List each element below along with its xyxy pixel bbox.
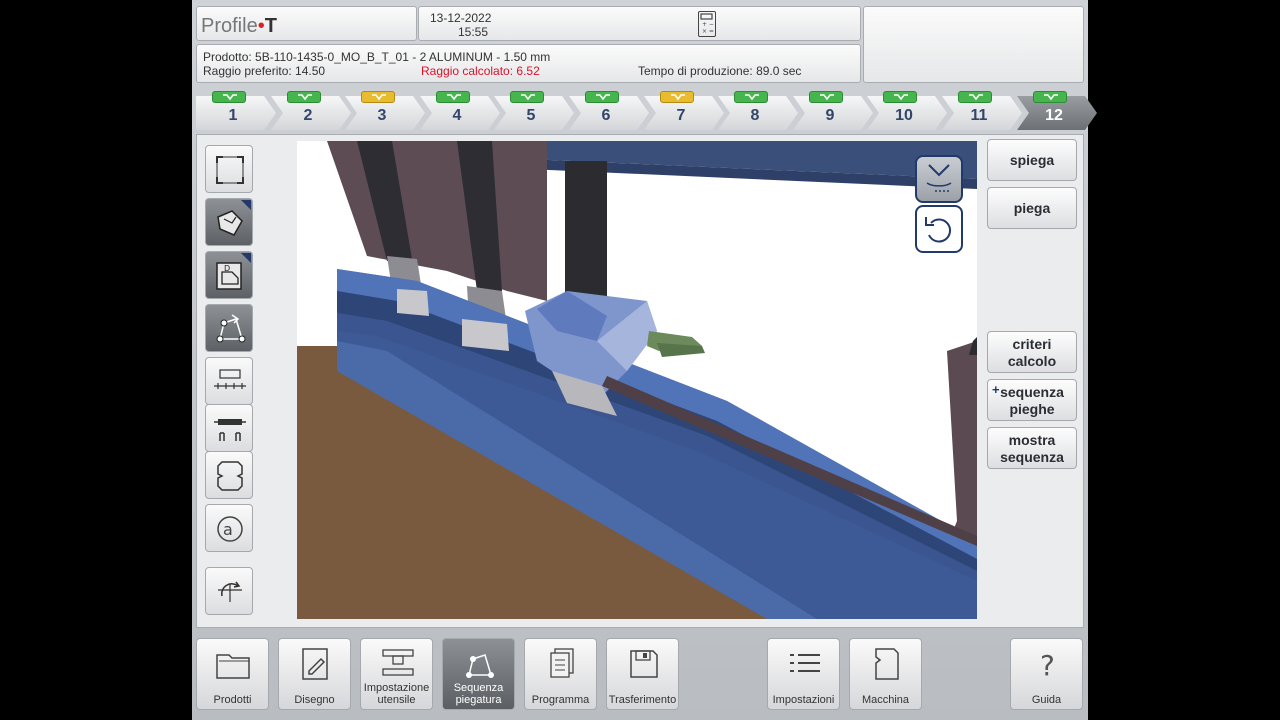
- submenu-marker: [241, 253, 251, 263]
- bend-step-number: 9: [825, 107, 835, 124]
- date-label: 13-12-2022: [430, 11, 492, 25]
- bend-status-icon: [436, 91, 470, 103]
- bend-step-number: 1: [228, 107, 238, 124]
- date-time-panel: 13-12-2022 15:55 + − × =: [418, 6, 861, 41]
- machine-button[interactable]: Macchina: [849, 638, 922, 710]
- production-time: Tempo di produzione: 89.0 sec: [638, 64, 802, 78]
- logo-panel: Profile•T: [196, 6, 417, 41]
- bend-status-icon: [809, 91, 843, 103]
- zoom-fit-button[interactable]: [205, 145, 253, 193]
- documents-icon: [550, 648, 574, 678]
- settings-button[interactable]: Impostazioni: [767, 638, 840, 710]
- bend-status-icon: [660, 91, 694, 103]
- flat-part-view-button[interactable]: [205, 198, 253, 246]
- help-button[interactable]: ? Guida: [1010, 638, 1083, 710]
- bend-status-icon: [734, 91, 768, 103]
- fold-button[interactable]: piega: [987, 187, 1077, 229]
- svg-text:D: D: [224, 264, 230, 273]
- bend-status-icon: [287, 91, 321, 103]
- preferred-radius: Raggio preferito: 14.50: [203, 64, 326, 78]
- annotation-button[interactable]: a: [205, 504, 253, 552]
- svg-text:?: ?: [1040, 649, 1055, 681]
- bend-status-icon: [1033, 91, 1067, 103]
- calculator-icon[interactable]: + − × =: [698, 11, 716, 37]
- bend-step-number: 6: [601, 107, 611, 124]
- question-mark-icon: ?: [1040, 649, 1055, 681]
- bend-status-icon: [883, 91, 917, 103]
- machine-3d-scene: [297, 141, 977, 619]
- bend-sequence-button[interactable]: + sequenza pieghe: [987, 379, 1077, 421]
- calculated-radius: Raggio calcolato: 6.52: [421, 64, 540, 78]
- svg-text:a: a: [223, 520, 233, 539]
- bend-sequence-icon: [466, 654, 494, 678]
- bend-status-icon: [212, 91, 246, 103]
- bend-status-icon: [958, 91, 992, 103]
- app-window: Profile•T 13-12-2022 15:55 + − × = Prodo…: [192, 0, 1097, 720]
- brand-logo: Profile•T: [201, 15, 277, 37]
- bend-step-number: 4: [452, 107, 462, 124]
- show-sequence-button[interactable]: mostra sequenza: [987, 427, 1077, 469]
- machine-icon: [875, 648, 899, 680]
- bend-animation-toggle[interactable]: [915, 155, 963, 203]
- save-disk-icon: [630, 650, 658, 678]
- machine-status-panel: [863, 6, 1084, 83]
- bend-sequence-tool-button[interactable]: [205, 304, 253, 352]
- time-label: 15:55: [458, 25, 489, 39]
- product-label: Prodotto: 5B-110-1435-0_MO_B_T_01 - 2 AL…: [203, 50, 551, 64]
- transfer-button[interactable]: Trasferimento: [606, 638, 679, 710]
- bend-step-number: 5: [526, 107, 536, 124]
- part-outline-button[interactable]: [205, 451, 253, 499]
- tool-position-button[interactable]: [205, 404, 253, 452]
- bend-status-icon: [585, 91, 619, 103]
- svg-text:× =: × =: [702, 28, 714, 35]
- drawing-button[interactable]: Disegno: [278, 638, 351, 710]
- bend-sequence-nav-button[interactable]: Sequenza piegatura: [442, 638, 515, 710]
- bend-step-number: 3: [377, 107, 387, 124]
- program-button[interactable]: Programma: [524, 638, 597, 710]
- tool-spacing-button[interactable]: [205, 357, 253, 405]
- bend-step-number: 7: [676, 107, 686, 124]
- unfold-button[interactable]: spiega: [987, 139, 1077, 181]
- bend-step-number: 12: [1045, 107, 1063, 124]
- bend-step-number: 11: [970, 107, 988, 124]
- products-button[interactable]: Prodotti: [196, 638, 269, 710]
- submenu-marker: [241, 200, 251, 210]
- folder-icon: [216, 654, 250, 679]
- press-tool-icon: [382, 649, 414, 676]
- bend-step-number: 10: [895, 107, 913, 124]
- tool-setup-button[interactable]: Impostazione utensile: [360, 638, 433, 710]
- bend-status-icon: [361, 91, 395, 103]
- rotate-view-button[interactable]: [205, 567, 253, 615]
- main-workspace: D a spiega piega criteri calcolo + seque…: [196, 134, 1084, 628]
- reset-view-button[interactable]: [915, 205, 963, 253]
- product-info-panel: Prodotto: 5B-110-1435-0_MO_B_T_01 - 2 AL…: [196, 44, 861, 83]
- bend-status-icon: [510, 91, 544, 103]
- bend-step-number: 2: [303, 107, 313, 124]
- bend-step-number: 8: [750, 107, 760, 124]
- list-icon: [790, 654, 820, 672]
- plus-icon: +: [992, 382, 1000, 397]
- pencil-drawing-icon: [302, 648, 328, 680]
- bend-step-bar: 1 2 3 4 5 6 7 8 9 10 11 12: [196, 91, 1097, 132]
- calculation-criteria-button[interactable]: criteri calcolo: [987, 331, 1077, 373]
- bend-3d-viewport[interactable]: [297, 141, 977, 619]
- svg-text:+ −: + −: [702, 21, 714, 28]
- part-measure-button[interactable]: D: [205, 251, 253, 299]
